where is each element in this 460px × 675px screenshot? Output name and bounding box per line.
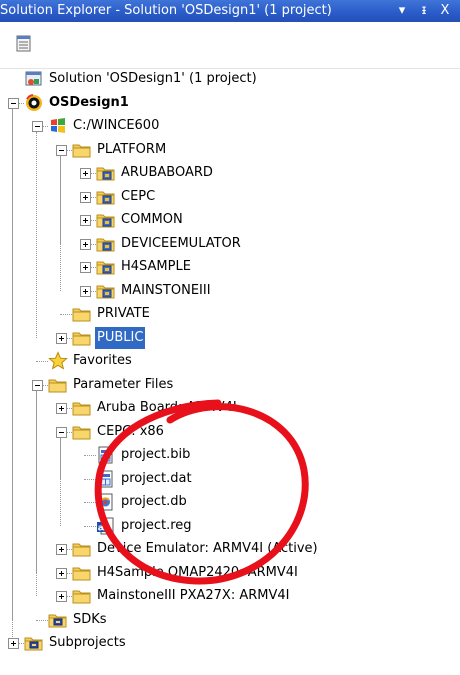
tree-item-label: project.dat: [121, 470, 192, 486]
auto-hide-pin-icon[interactable]: ᵻ: [416, 2, 432, 20]
svg-text:æ: æ: [98, 523, 107, 533]
sdks-folder-icon: [48, 610, 68, 630]
collapse-toggle[interactable]: [8, 97, 19, 109]
folder-icon: [72, 398, 92, 418]
tree-item-label: Device Emulator: ARMV4I (Active): [97, 541, 318, 556]
db-file-icon: [96, 492, 116, 512]
folder-icon: [72, 304, 92, 324]
folder-icon: [72, 586, 92, 606]
collapse-toggle[interactable]: [32, 379, 43, 391]
expand-toggle[interactable]: [80, 191, 91, 203]
tree-row[interactable]: [0, 609, 460, 631]
tree-item-label: MAINSTONEIII: [121, 282, 211, 298]
tree-row[interactable]: [0, 374, 460, 396]
tree-row[interactable]: [0, 491, 460, 513]
tree-row[interactable]: [0, 350, 460, 372]
favorites-star-icon: [48, 351, 68, 371]
folder-icon: [72, 422, 92, 442]
expand-toggle[interactable]: [80, 285, 91, 297]
close-icon[interactable]: X: [437, 2, 453, 20]
expand-toggle[interactable]: [56, 544, 67, 555]
tree-item-label: project.bib: [121, 447, 191, 462]
tree-row[interactable]: [0, 162, 460, 184]
expand-toggle[interactable]: [56, 332, 67, 344]
window-position-dropdown-icon[interactable]: ▾: [394, 2, 410, 20]
tree-row[interactable]: [0, 444, 460, 466]
tree-row[interactable]: [0, 209, 460, 231]
subprojects-folder-icon: [24, 633, 44, 653]
bsp-folder-icon: [96, 257, 116, 277]
folder-icon: [72, 140, 92, 160]
tree-row[interactable]: [0, 468, 460, 490]
expand-toggle[interactable]: [8, 638, 19, 649]
tree-item-label: project.reg: [121, 517, 192, 533]
collapse-toggle[interactable]: [32, 121, 43, 132]
collapse-toggle[interactable]: [56, 426, 67, 438]
bsp-folder-icon: [96, 210, 116, 230]
collapse-toggle[interactable]: [56, 144, 67, 156]
expand-toggle[interactable]: [56, 591, 67, 602]
tree-item-label: project.db: [121, 494, 187, 509]
tree-row[interactable]: [0, 515, 460, 537]
bsp-folder-icon: [96, 187, 116, 207]
tree-item-label: Subprojects: [49, 635, 126, 650]
expand-toggle[interactable]: [56, 403, 67, 414]
folder-icon: [48, 375, 68, 395]
tree-guide-line: [60, 314, 72, 315]
properties-button[interactable]: [14, 34, 34, 54]
tree-guide-line: [84, 455, 96, 456]
folder-icon: [72, 328, 92, 348]
tree-item-label: OSDesign1: [49, 94, 129, 110]
solution-tree: Solution 'OSDesign1' (1 project) OSDesign…: [0, 68, 460, 675]
tree-guide-line: [84, 502, 96, 503]
tree-item-label: DEVICEEMULATOR: [121, 235, 241, 251]
window-title: Solution Explorer - Solution 'OSDesign1'…: [0, 3, 332, 18]
bsp-folder-icon: [96, 163, 116, 183]
dat-file-icon: [96, 469, 116, 489]
tree-row[interactable]: [0, 115, 460, 137]
tree-item-label: SDKs: [73, 611, 107, 627]
expand-toggle[interactable]: [80, 238, 91, 250]
tree-guide-line: [36, 361, 48, 362]
tree-item-label: PLATFORM: [97, 141, 167, 157]
tree-row[interactable]: [0, 280, 460, 302]
tree-item-label: CEPC: x86: [97, 423, 164, 439]
tree-guide-line: [84, 525, 96, 527]
solution-icon: [24, 69, 44, 89]
tree-item-label: MainstoneIII PXA27X: ARMV4I: [97, 588, 290, 603]
tree-row[interactable]: [0, 186, 460, 208]
expand-toggle[interactable]: [56, 567, 67, 579]
tree-item-label: COMMON: [121, 212, 183, 227]
title-bar: Solution Explorer - Solution 'OSDesign1'…: [0, 0, 460, 22]
tree-item-label: PRIVATE: [97, 306, 150, 321]
tree-item-label: C:/WINCE600: [73, 118, 160, 133]
tree-item-label: ARUBABOARD: [121, 165, 213, 180]
expand-toggle[interactable]: [80, 215, 91, 226]
tree-item-label: Parameter Files: [73, 376, 174, 392]
wince-icon: [48, 116, 68, 136]
tree-item-label: H4Sample OMAP2420: ARMV4I: [97, 564, 298, 580]
tree-item-label: H4SAMPLE: [121, 259, 191, 274]
tree-item-label: PUBLIC: [95, 326, 146, 349]
toolbar: [0, 22, 460, 69]
expand-toggle[interactable]: [80, 262, 91, 273]
tree-item-label: Favorites: [73, 353, 132, 368]
properties-icon: [16, 35, 31, 52]
osdesign-icon: [24, 93, 44, 113]
folder-icon: [72, 563, 92, 583]
tree-guide-line: [36, 619, 48, 621]
folder-icon: [72, 539, 92, 559]
tree-item-label: Solution 'OSDesign1' (1 project): [49, 71, 257, 86]
reg-file-icon: æ: [96, 516, 116, 536]
tree-row[interactable]: [0, 256, 460, 278]
tree-guide-line: [84, 478, 96, 480]
bib-file-icon: [96, 445, 116, 465]
tree-item-label: Aruba Board: ARMV4I: [97, 400, 237, 415]
bsp-folder-icon: [96, 234, 116, 254]
bsp-folder-icon: [96, 281, 116, 301]
expand-toggle[interactable]: [80, 168, 91, 179]
tree-item-label: CEPC: [121, 188, 156, 204]
